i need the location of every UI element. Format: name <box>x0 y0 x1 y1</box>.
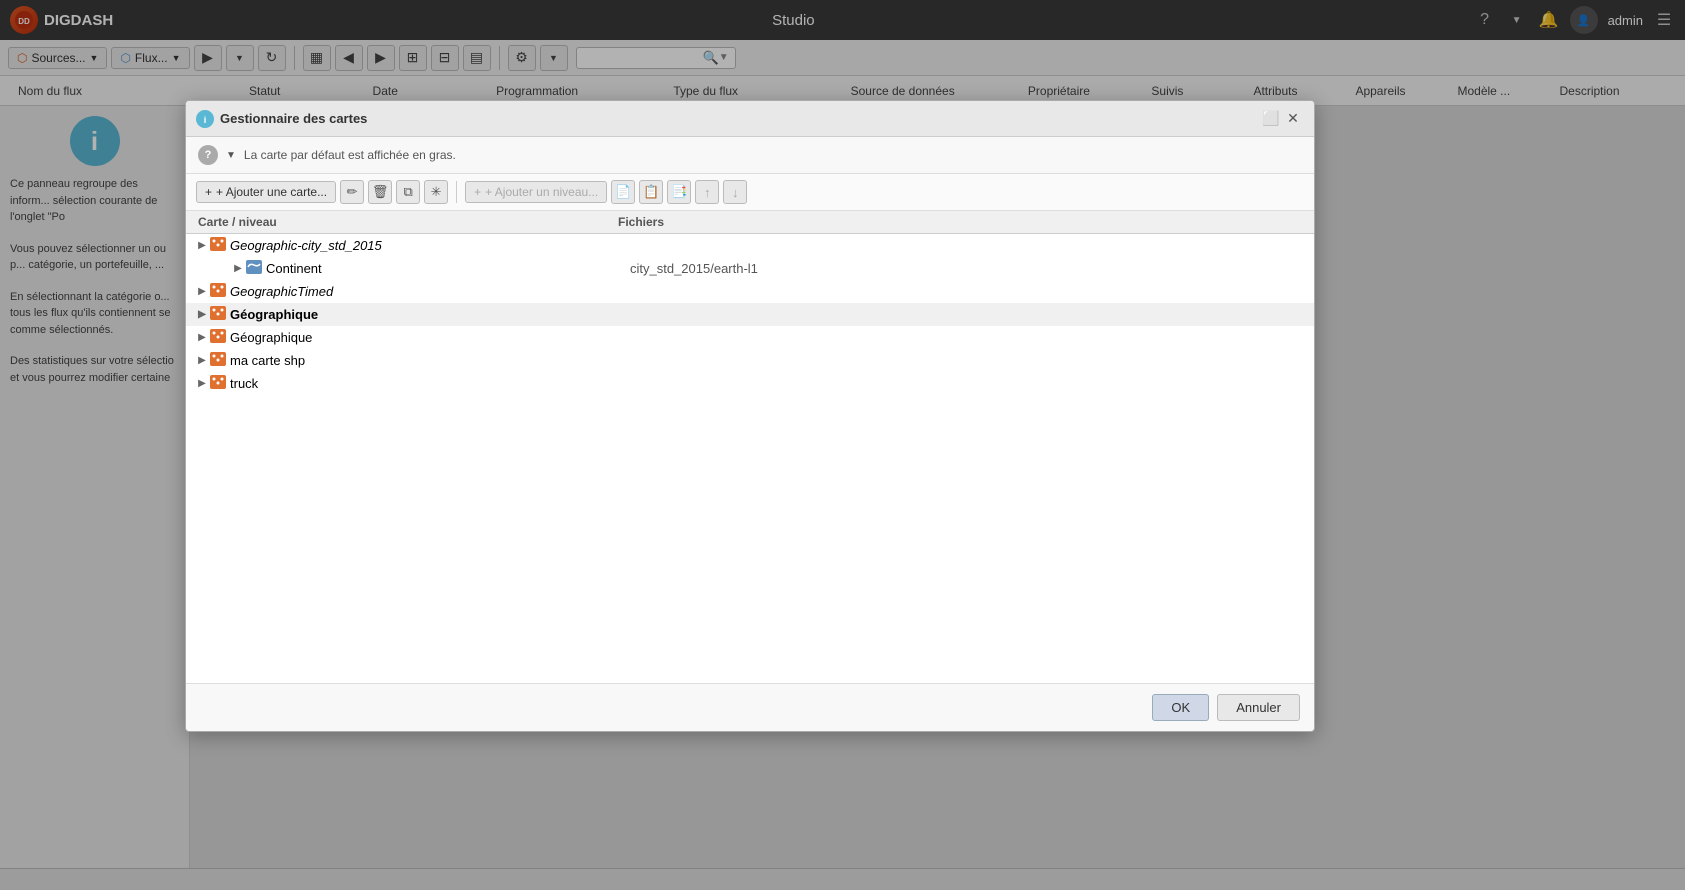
tree-toggle-icon[interactable]: ▶ <box>194 307 210 323</box>
dialog-titlebar: i Gestionnaire des cartes ⬜ ✕ <box>186 101 1314 137</box>
dialog-close-button[interactable]: ✕ <box>1282 108 1304 130</box>
map-type-icon <box>210 306 226 323</box>
col-fichiers-header: Fichiers <box>618 215 1302 229</box>
tree-toggle-icon[interactable]: ▶ <box>230 261 246 277</box>
dialog-toolbar: + + Ajouter une carte... ✏ 🗑 ⧉ ✳ + + Ajo… <box>186 174 1314 211</box>
add-level-icon: + <box>474 185 481 199</box>
table-row[interactable]: ▶ ma carte shp <box>186 349 1314 372</box>
level-btn-up[interactable]: ↑ <box>695 180 719 204</box>
map-type-icon <box>210 237 226 254</box>
svg-text:i: i <box>204 115 207 125</box>
tree-toggle-icon[interactable]: ▶ <box>194 376 210 392</box>
col-carte-header: Carte / niveau <box>198 215 618 229</box>
settings-map-button[interactable]: ✳ <box>424 180 448 204</box>
tree-toggle-icon[interactable]: ▶ <box>194 238 210 254</box>
add-map-button[interactable]: + + Ajouter une carte... <box>196 181 336 203</box>
row-name: ▶ Géographique <box>194 306 614 323</box>
row-label: Geographic-city_std_2015 <box>230 238 382 253</box>
tree-toggle-icon[interactable]: ▶ <box>194 330 210 346</box>
hint-dropdown-icon[interactable]: ▼ <box>226 150 236 161</box>
add-map-icon: + <box>205 185 212 199</box>
edit-map-button[interactable]: ✏ <box>340 180 364 204</box>
dialog-toolbar-sep <box>456 181 457 203</box>
ok-button[interactable]: OK <box>1152 694 1209 721</box>
map-type-icon <box>210 352 226 369</box>
add-level-button[interactable]: + + Ajouter un niveau... <box>465 181 607 203</box>
row-name: ▶ Geographic-city_std_2015 <box>194 237 614 254</box>
level-btn-down[interactable]: ↓ <box>723 180 747 204</box>
map-type-icon <box>210 329 226 346</box>
dialog-maximize-button[interactable]: ⬜ <box>1260 108 1282 130</box>
row-files: city_std_2015/earth-l1 <box>630 261 1306 276</box>
row-label: GeographicTimed <box>230 284 333 299</box>
add-level-label: + Ajouter un niveau... <box>485 185 598 199</box>
copy-map-button[interactable]: ⧉ <box>396 180 420 204</box>
map-type-icon <box>210 283 226 300</box>
table-row[interactable]: ▶ GeographicTimed <box>186 280 1314 303</box>
row-label: ma carte shp <box>230 353 305 368</box>
row-name: ▶ Continent <box>210 260 630 277</box>
dialog-title-text: Gestionnaire des cartes <box>220 111 1260 126</box>
row-name: ▶ Géographique <box>194 329 614 346</box>
table-row[interactable]: ▶ Géographique <box>186 303 1314 326</box>
hint-icon: ? <box>198 145 218 165</box>
map-type-icon <box>210 375 226 392</box>
map-manager-dialog: i Gestionnaire des cartes ⬜ ✕ ? ▼ La car… <box>185 100 1315 732</box>
tree-toggle-icon[interactable]: ▶ <box>194 353 210 369</box>
delete-map-button[interactable]: 🗑 <box>368 180 392 204</box>
row-name: ▶ GeographicTimed <box>194 283 614 300</box>
cancel-button[interactable]: Annuler <box>1217 694 1300 721</box>
dialog-table-header: Carte / niveau Fichiers <box>186 211 1314 234</box>
dialog-hint: ? ▼ La carte par défaut est affichée en … <box>186 137 1314 174</box>
level-btn-3[interactable]: 📑 <box>667 180 691 204</box>
table-row[interactable]: ▶ truck <box>186 372 1314 395</box>
table-row[interactable]: ▶ Geographic-city_std_2015 <box>186 234 1314 257</box>
row-label: Géographique <box>230 307 318 322</box>
row-name: ▶ truck <box>194 375 614 392</box>
tree-toggle-icon[interactable]: ▶ <box>194 284 210 300</box>
dialog-content: ▶ Geographic-city_std_2015 ▶ <box>186 234 1314 684</box>
table-row[interactable]: ▶ Continent city_std_2015/earth-l1 <box>186 257 1314 280</box>
dialog-footer: OK Annuler <box>186 684 1314 731</box>
dialog-title-icon: i <box>196 110 214 128</box>
hint-text: La carte par défaut est affichée en gras… <box>244 148 456 162</box>
table-row[interactable]: ▶ Géographique <box>186 326 1314 349</box>
level-btn-2[interactable]: 📋 <box>639 180 663 204</box>
add-map-label: + Ajouter une carte... <box>216 185 327 199</box>
level-btn-1[interactable]: 📄 <box>611 180 635 204</box>
level-type-icon <box>246 260 262 277</box>
row-label: truck <box>230 376 258 391</box>
row-label: Continent <box>266 261 322 276</box>
row-label: Géographique <box>230 330 312 345</box>
row-name: ▶ ma carte shp <box>194 352 614 369</box>
